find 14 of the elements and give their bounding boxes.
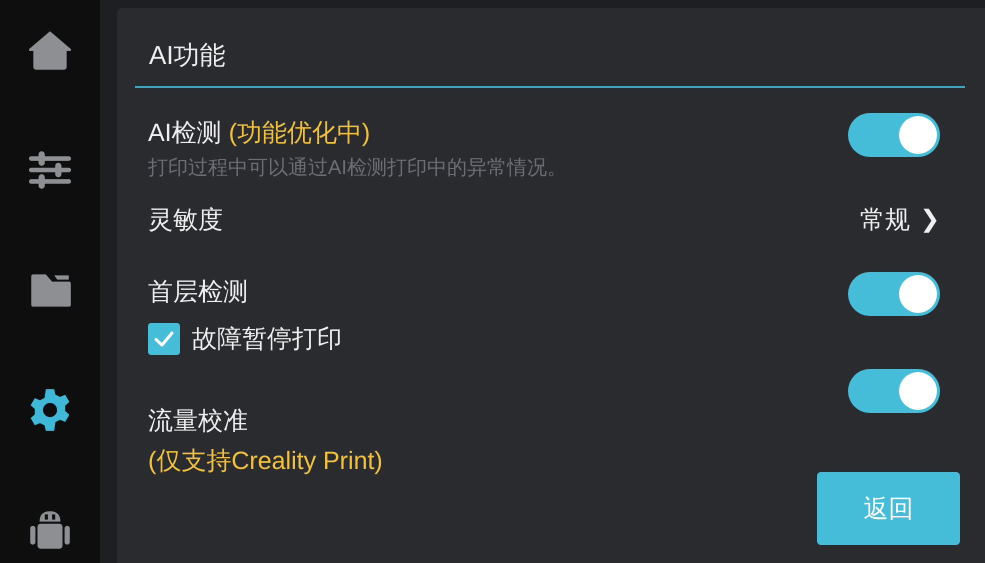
chevron-icon[interactable]: ❯: [920, 200, 940, 240]
toggle-switch[interactable]: [848, 369, 940, 413]
setting-label: 首层检测: [148, 277, 248, 308]
setting-label: 流量校准: [148, 406, 249, 437]
setting-note: (仅支持Creality Print): [148, 446, 383, 477]
setting-label: 灵敏度: [148, 205, 223, 236]
checkbox[interactable]: [148, 323, 180, 355]
panel-title: AI功能: [149, 39, 226, 72]
toggle-switch[interactable]: [848, 113, 940, 157]
checkbox-label: 故障暂停打印: [192, 324, 342, 355]
setting-value[interactable]: 常规: [860, 200, 910, 240]
setting-description: 打印过程中可以通过AI检测打印中的异常情况。: [148, 156, 567, 181]
toggle-switch[interactable]: [848, 272, 940, 316]
setting-label: AI检测 (功能优化中): [148, 118, 372, 149]
